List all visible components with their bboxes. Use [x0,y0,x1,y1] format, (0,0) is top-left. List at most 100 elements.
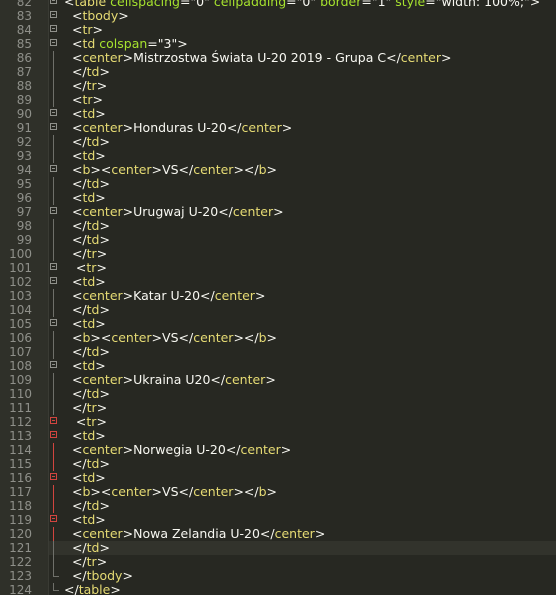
code-line[interactable]: 91 <center>Honduras U-20</center> [0,121,556,135]
code-line[interactable]: 114 <center>Norwegia U-20</center> [0,443,556,457]
fold-toggle-icon[interactable] [50,417,57,424]
code-token: < [71,204,83,219]
code-line[interactable]: 100 </tr> [0,247,556,261]
line-number: 99 [16,233,32,247]
code-line[interactable]: 110 </td> [0,387,556,401]
code-text: <b><center>VS</center></b> [64,163,277,177]
code-line[interactable]: 118 </td> [0,499,556,513]
code-text: <tbody> [64,9,129,23]
code-line[interactable]: 88 </tr> [0,79,556,93]
code-line[interactable]: 124 </table> [0,583,556,595]
code-line[interactable]: 111 </tr> [0,401,556,415]
code-line[interactable]: 102 <td> [0,275,556,289]
code-token: < [71,22,83,37]
code-token: </ [71,498,87,513]
code-text: <td> [64,107,106,121]
code-line[interactable]: 95 </td> [0,177,556,191]
code-line[interactable]: 123 </tbody> [0,569,556,583]
code-token: td [86,218,100,233]
code-text: <td> [64,429,106,443]
code-token: center [274,526,315,541]
code-line[interactable]: 122 </tr> [0,555,556,569]
code-line[interactable]: 87 </td> [0,65,556,79]
code-line[interactable]: 85 <td colspan="3"> [0,37,556,51]
fold-toggle-icon[interactable] [50,165,57,172]
code-line[interactable]: 104 </td> [0,303,556,317]
code-token: VS [162,330,179,345]
code-line[interactable]: 120 <center>Nowa Zelandia U-20</center> [0,527,556,541]
code-token: center [82,442,123,457]
code-token: > [99,456,110,471]
code-line[interactable]: 107 </td> [0,345,556,359]
code-text: <center>Honduras U-20</center> [64,121,292,135]
code-line[interactable]: 106 <b><center>VS</center></b> [0,331,556,345]
code-token: >< [90,330,112,345]
code-line[interactable]: 89 <tr> [0,93,556,107]
code-token: </ [71,540,87,555]
code-line[interactable]: 98 </td> [0,219,556,233]
code-text: </td> [64,65,110,79]
code-line[interactable]: 92 </td> [0,135,556,149]
code-line[interactable]: 108 <td> [0,359,556,373]
fold-toggle-icon[interactable] [50,361,57,368]
code-text: </td> [64,499,110,513]
fold-toggle-icon[interactable] [50,123,57,130]
code-token: < [71,274,83,289]
code-line[interactable]: 113 <td> [0,429,556,443]
code-line[interactable]: 115 </td> [0,457,556,471]
code-line[interactable]: 103 <center>Katar U-20</center> [0,289,556,303]
code-token: > [314,526,326,541]
code-line[interactable]: 86 <center>Mistrzostwa Świata U-20 2019 … [0,51,556,65]
fold-toggle-icon[interactable] [50,207,57,214]
line-number: 124 [9,583,32,595]
code-line[interactable]: 83 <tbody> [0,9,556,23]
code-line[interactable]: 96 <td> [0,191,556,205]
code-line[interactable]: 109 <center>Ukraina U20</center> [0,373,556,387]
code-token: > [96,78,108,93]
fold-toggle-icon[interactable] [50,263,57,270]
code-token: td [82,36,96,51]
code-token: </ [200,288,215,303]
code-line[interactable]: 97 <center>Urugwaj U-20</center> [0,205,556,219]
code-line[interactable]: 84 <tr> [0,23,556,37]
code-text: </td> [64,345,110,359]
code-line[interactable]: 101 <tr> [0,261,556,275]
code-token: </ [178,484,194,499]
code-token: </ [71,386,87,401]
code-line[interactable]: 121 </td> [0,541,556,555]
fold-toggle-icon[interactable] [50,277,57,284]
fold-toggle-icon[interactable] [50,0,57,4]
code-token: </ [259,526,275,541]
code-line[interactable]: 93 <td> [0,149,556,163]
code-line[interactable]: 117 <b><center>VS</center></b> [0,485,556,499]
fold-toggle-icon[interactable] [50,431,57,438]
code-text: <b><center>VS</center></b> [64,485,277,499]
code-token: < [71,358,83,373]
fold-toggle-icon[interactable] [50,39,57,46]
code-token: tbody [86,568,123,583]
code-line[interactable]: 116 <td> [0,471,556,485]
fold-toggle-icon[interactable] [50,515,57,522]
code-line[interactable]: 90 <td> [0,107,556,121]
fold-guide-icon [53,177,54,191]
code-line[interactable]: 94 <b><center>VS</center></b> [0,163,556,177]
code-line[interactable]: 119 <td> [0,513,556,527]
fold-toggle-icon[interactable] [50,25,57,32]
fold-toggle-icon[interactable] [50,473,57,480]
code-token: b [258,162,267,177]
code-token: > [99,176,110,191]
fold-toggle-icon[interactable] [50,319,57,326]
code-token: > [95,190,106,205]
fold-toggle-icon[interactable] [50,11,57,18]
code-token: ="1" [361,0,392,9]
code-editor[interactable]: 82 <table cellspacing="0" cellpadding="0"… [0,0,556,595]
code-line[interactable]: 112 <tr> [0,415,556,429]
fold-guide-icon [53,527,54,541]
code-line[interactable]: 105 <td> [0,317,556,331]
code-line[interactable]: 99 </td> [0,233,556,247]
fold-toggle-icon[interactable] [50,109,57,116]
code-token: center [400,50,442,65]
code-token: > [95,358,106,373]
